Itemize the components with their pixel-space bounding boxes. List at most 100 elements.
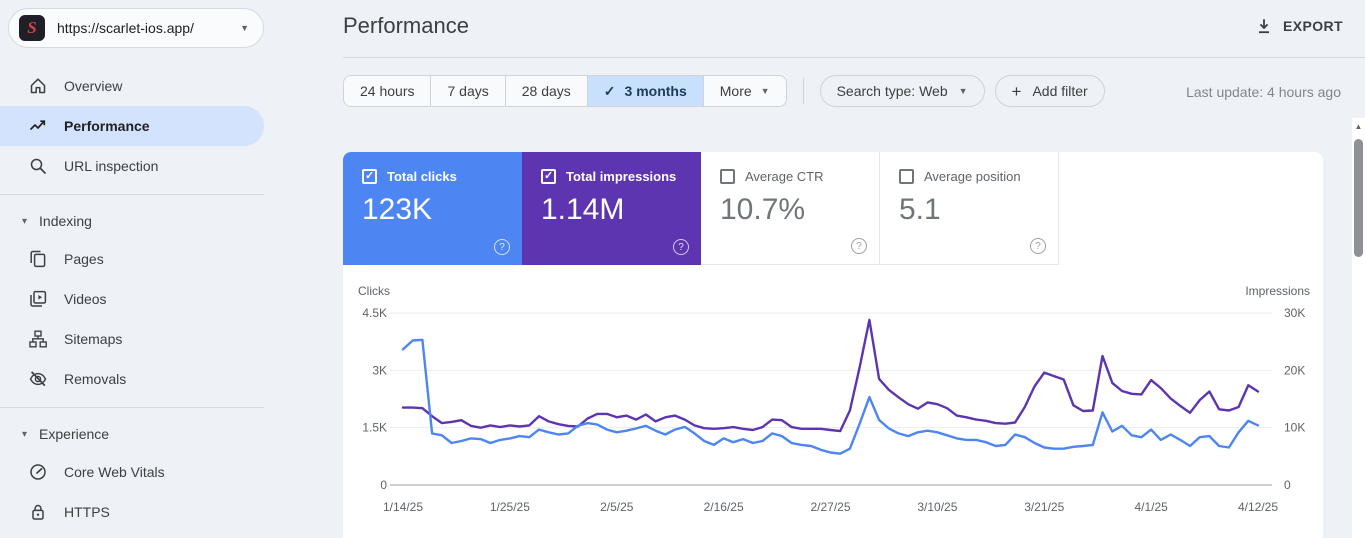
collapse-arrow-icon: ▾ [22,428,28,440]
chevron-down-icon: ▼ [760,86,770,96]
date-range-more[interactable]: More ▼ [704,76,786,106]
export-button[interactable]: EXPORT [1255,17,1343,35]
svg-text:1/14/25: 1/14/25 [383,500,423,514]
help-icon[interactable]: ? [851,238,867,254]
video-library-icon [30,290,47,307]
download-icon [1259,19,1270,34]
checkbox-unchecked-icon[interactable] [720,169,735,184]
pages-icon [30,250,46,268]
sidebar-item-url-inspection[interactable]: URL inspection [0,146,264,186]
property-url: https://scarlet-ios.app/ [57,20,194,36]
sidebar-item-label: Pages [64,251,104,267]
add-filter-label: Add filter [1032,83,1088,99]
sidebar-item-videos[interactable]: Videos [0,279,264,319]
sidebar-section-experience[interactable]: ▾ Experience [0,416,264,452]
sidebar-item-label: Overview [64,78,123,94]
sidebar-item-overview[interactable]: Overview [0,66,264,106]
sidebar-item-label: Removals [64,371,127,387]
sidebar-section-indexing[interactable]: ▾ Indexing [0,203,264,239]
range-label: 28 days [521,83,571,99]
range-label: 3 months [624,83,687,99]
sidebar-item-sitemaps[interactable]: Sitemaps [0,319,264,359]
check-icon: ✓ [603,82,616,99]
lock-icon [32,504,44,520]
range-label: 7 days [447,83,489,99]
sidebar-item-label: HTTPS [64,504,110,520]
date-range-7-days[interactable]: 7 days [431,76,506,106]
sidebar-divider [0,407,264,408]
scrollbar-thumb[interactable] [1354,139,1363,257]
property-dropdown-icon: ▼ [240,23,249,33]
sidebar-item-label: Videos [64,291,107,307]
export-label: EXPORT [1283,18,1343,34]
help-icon[interactable]: ? [494,239,510,255]
sitemap-tree-icon [29,330,47,348]
help-icon[interactable]: ? [1030,238,1046,254]
sidebar-item-pages[interactable]: Pages [0,239,264,279]
svg-text:3/21/25: 3/21/25 [1024,500,1064,514]
svg-text:0: 0 [380,478,387,492]
last-update-text: Last update: 4 hours ago [1186,84,1341,100]
metric-value: 10.7% [720,193,806,226]
metric-label: Total impressions [566,169,677,184]
metric-total-clicks[interactable]: Total clicks 123K ? [343,152,522,265]
metric-cards: Total clicks 123K ? Total impressions 1.… [343,152,1323,265]
header-divider [343,57,1365,58]
svg-text:1.5K: 1.5K [362,421,387,435]
sidebar-item-https[interactable]: HTTPS [0,492,264,532]
range-label: 24 hours [360,83,415,99]
plus-icon: + [1011,81,1022,101]
metric-average-ctr[interactable]: Average CTR 10.7% ? [701,152,880,265]
help-icon[interactable]: ? [673,239,689,255]
checkbox-checked-icon[interactable] [362,169,377,184]
collapse-arrow-icon: ▾ [22,215,28,227]
add-filter-button[interactable]: + Add filter [994,75,1105,107]
metric-label: Average position [924,169,1021,184]
sidebar: S https://scarlet-ios.app/ ▼ Overview Pe… [0,0,300,538]
search-type-label: Search type: Web [836,83,948,99]
performance-chart[interactable]: 0 10K 20K 30K 0 1.5K 3K 4.5K Clicks Impressions 1/… [343,265,1323,538]
filter-bar: 24 hours 7 days 28 days ✓ 3 months More … [343,75,1105,107]
svg-text:Impressions: Impressions [1245,284,1310,298]
sidebar-divider [0,194,264,195]
date-range-28-days[interactable]: 28 days [506,76,588,106]
search-type-filter[interactable]: Search type: Web ▼ [819,75,985,107]
date-range-3-months[interactable]: ✓ 3 months [587,76,704,106]
chevron-down-icon: ▼ [958,86,968,96]
svg-text:2/27/25: 2/27/25 [810,500,850,514]
search-console-app: S https://scarlet-ios.app/ ▼ Overview Pe… [0,0,1365,538]
date-range-group: 24 hours 7 days 28 days ✓ 3 months More … [343,75,787,107]
more-label: More [719,83,752,99]
scrollbar-up-arrow-icon[interactable]: ▲ [1352,118,1365,131]
sidebar-nav: Overview Performance URL inspection ▾ In… [0,66,264,532]
svg-text:4/1/25: 4/1/25 [1134,500,1168,514]
svg-text:20K: 20K [1284,363,1305,377]
metric-label: Average CTR [745,169,824,184]
metric-average-position[interactable]: Average position 5.1 ? [880,152,1059,265]
svg-text:4.5K: 4.5K [362,306,387,320]
svg-text:2/16/25: 2/16/25 [704,500,744,514]
sidebar-item-label: Core Web Vitals [64,464,165,480]
sidebar-item-label: Sitemaps [64,331,123,347]
sidebar-item-core-web-vitals[interactable]: Core Web Vitals [0,452,264,492]
svg-text:3K: 3K [372,363,387,377]
vertical-scrollbar[interactable]: ▲ [1352,118,1365,538]
svg-text:2/5/25: 2/5/25 [600,500,634,514]
svg-text:Clicks: Clicks [358,284,390,298]
sidebar-item-performance[interactable]: Performance [0,106,264,146]
section-label: Indexing [39,213,92,229]
metric-label: Total clicks [387,169,457,184]
sidebar-item-label: URL inspection [64,158,159,174]
property-selector[interactable]: S https://scarlet-ios.app/ ▼ [8,8,264,48]
search-icon [30,158,46,174]
svg-text:4/12/25: 4/12/25 [1238,500,1278,514]
chart-area: 0 10K 20K 30K 0 1.5K 3K 4.5K Clicks Impressions 1/… [343,265,1323,538]
sidebar-item-removals[interactable]: Removals [0,359,264,399]
date-range-24-hours[interactable]: 24 hours [344,76,432,106]
svg-text:3/10/25: 3/10/25 [917,500,957,514]
checkbox-checked-icon[interactable] [541,169,556,184]
metric-total-impressions[interactable]: Total impressions 1.14M ? [522,152,701,265]
metric-value: 1.14M [541,193,625,226]
checkbox-unchecked-icon[interactable] [899,169,914,184]
svg-text:30K: 30K [1284,306,1305,320]
